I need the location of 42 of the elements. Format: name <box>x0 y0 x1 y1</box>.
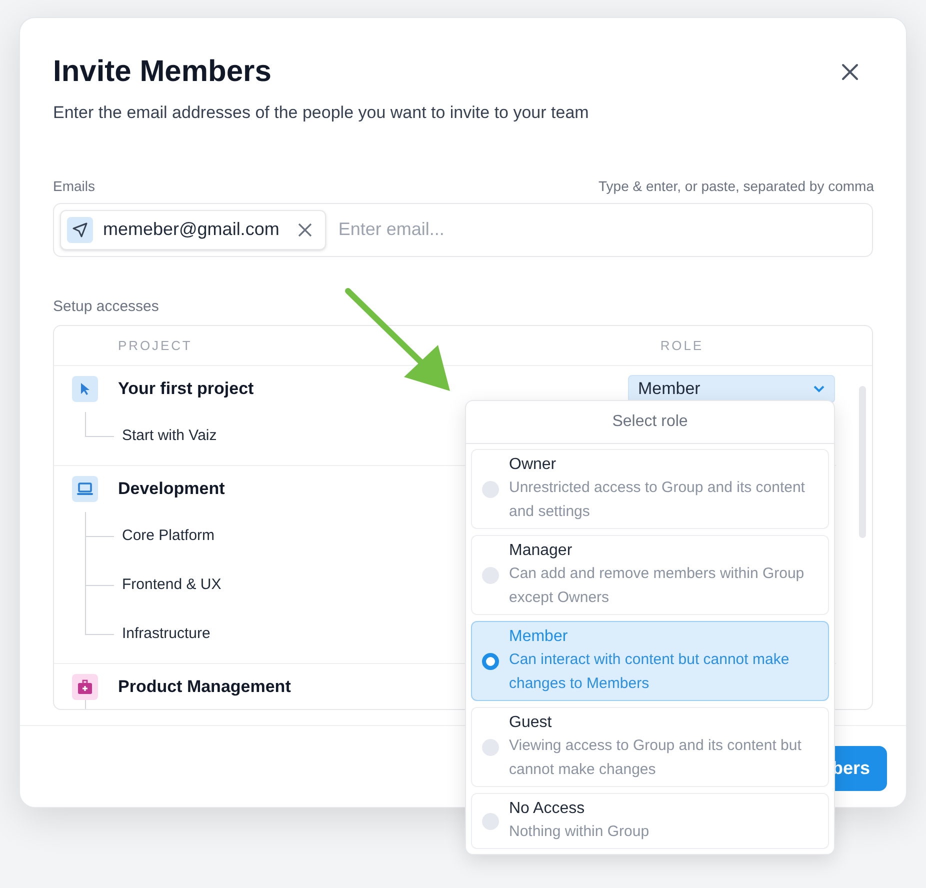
radio-button[interactable] <box>482 652 499 670</box>
role-option[interactable]: Manager Can add and remove members within Group except Owners <box>471 535 829 615</box>
role-name: Member <box>509 627 569 647</box>
dialog-subtitle: Enter the email addresses of the people you want to invite to your team <box>52 102 590 124</box>
role-name: Owner <box>509 455 558 475</box>
briefcase-icon <box>72 674 98 700</box>
email-input[interactable]: Enter email... <box>338 216 866 243</box>
laptop-icon <box>72 476 98 502</box>
role-name: Guest <box>509 713 553 733</box>
role-description: Unrestricted access to Group and its content and settings <box>509 478 806 522</box>
role-description: Can interact with content but cannot make changes to Members <box>509 650 790 694</box>
role-option[interactable]: No Access Nothing within Group <box>471 793 829 849</box>
project-name: Your first project <box>118 378 254 400</box>
setup-accesses-label: Setup accesses <box>53 296 160 316</box>
subproject-name: Frontend & UX <box>122 575 222 596</box>
dialog-title: Invite Members <box>53 54 272 90</box>
role-name: Manager <box>509 541 574 561</box>
chevron-down-icon <box>813 385 825 393</box>
subproject-name: Start with Vaiz <box>122 426 217 446</box>
emails-label: Emails <box>53 176 96 196</box>
role-option[interactable]: Guest Viewing access to Group and its content but cannot make changes <box>471 707 829 787</box>
subproject-name: Infrastructure <box>122 624 210 644</box>
send-icon <box>67 216 93 242</box>
role-description: Can add and remove members within Group except Owners <box>509 564 806 608</box>
column-header: PROJECT <box>118 336 192 355</box>
email-text: memeber@gmail.com <box>103 218 280 241</box>
role-name: No Access <box>509 799 586 819</box>
dropdown-title: Select role <box>466 401 834 444</box>
role-description: Nothing within Group <box>509 822 650 842</box>
emails-hint: Type & enter, or paste, separated by comma <box>598 176 874 196</box>
project-name: Product Management <box>118 676 291 698</box>
radio-button[interactable] <box>482 480 499 498</box>
role-option[interactable]: Owner Unrestricted access to Group and its content and settings <box>471 449 829 529</box>
radio-button[interactable] <box>482 812 499 830</box>
radio-button[interactable] <box>482 738 499 756</box>
role-select[interactable]: Member <box>628 375 835 403</box>
subproject-name: Core Platform <box>122 526 215 546</box>
pointer-icon <box>72 376 98 402</box>
project-name: Development <box>118 478 225 500</box>
email-field[interactable]: memeber@gmail.com Enter email... <box>53 202 873 256</box>
column-header: ROLE <box>660 336 704 355</box>
radio-button[interactable] <box>482 566 499 584</box>
